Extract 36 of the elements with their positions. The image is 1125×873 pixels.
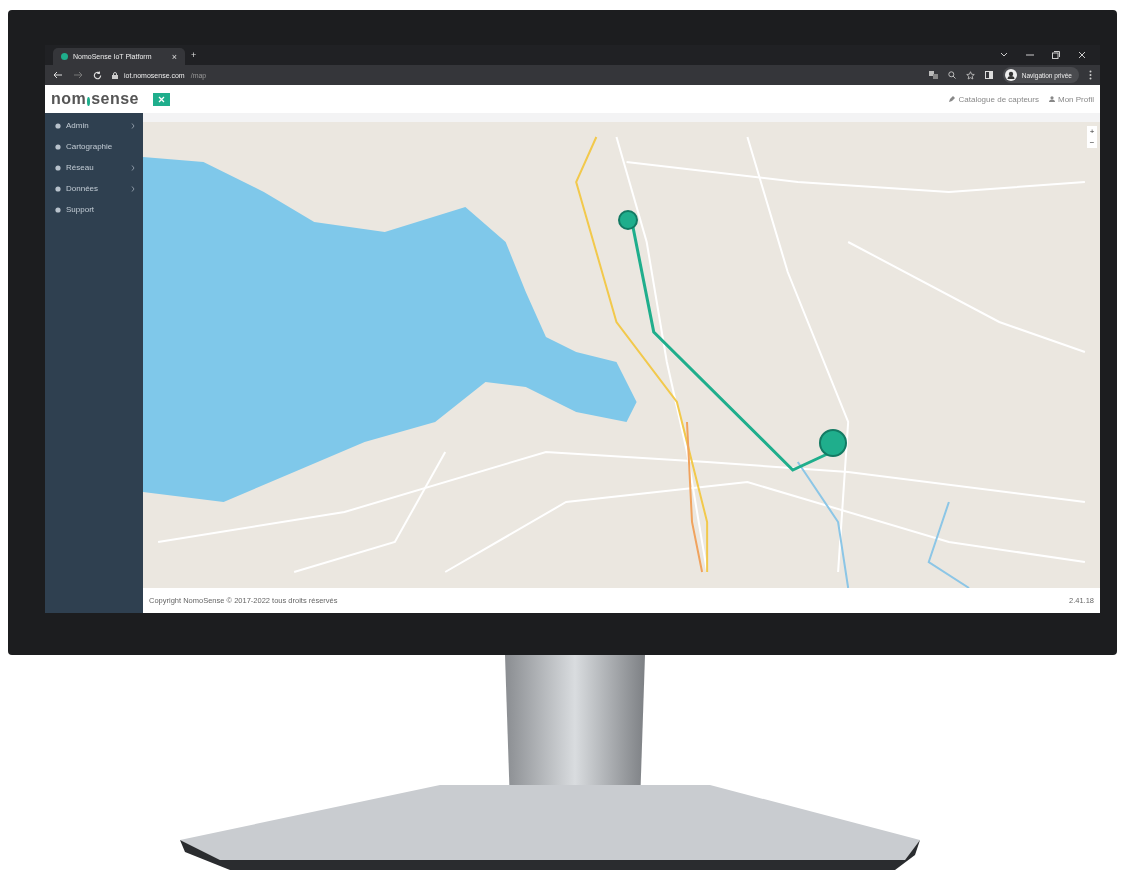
chevron-icon — [131, 122, 135, 129]
menu-item-icon — [55, 164, 61, 171]
header-link[interactable]: Catalogue de capteurs — [949, 94, 1039, 104]
back-arrow-icon[interactable] — [53, 71, 63, 79]
forward-arrow-icon[interactable] — [73, 71, 83, 79]
sidebar-item[interactable]: Cartographie — [45, 136, 143, 157]
restore-icon[interactable] — [1052, 51, 1060, 59]
sidebar-item[interactable]: Admin — [45, 115, 143, 136]
close-icon — [158, 95, 165, 103]
menu-item-icon — [55, 122, 61, 129]
sidebar-item[interactable]: Données — [45, 178, 143, 199]
menu-item-icon — [55, 143, 61, 150]
reload-icon[interactable] — [93, 70, 102, 80]
pencil-icon — [949, 96, 956, 102]
header-link[interactable]: Mon Profil — [1049, 94, 1094, 104]
menu-item-icon — [55, 206, 61, 213]
lock-icon — [112, 71, 118, 79]
search-icon[interactable] — [947, 71, 956, 79]
chevron-icon — [131, 185, 135, 192]
kebab-menu-icon[interactable] — [1089, 70, 1092, 80]
sidebar-item[interactable]: Réseau — [45, 157, 143, 178]
tab-close-button[interactable]: × — [171, 51, 177, 62]
sidebar-item[interactable]: Support — [45, 199, 143, 220]
user-icon — [1049, 96, 1055, 102]
translate-icon[interactable] — [928, 71, 938, 79]
nomosense-logo[interactable]: nom sense — [51, 90, 139, 108]
close-icon[interactable] — [1078, 51, 1086, 59]
chevron-down-icon[interactable] — [1000, 52, 1008, 58]
side-panel-icon[interactable] — [984, 71, 993, 79]
new-tab-button[interactable]: + — [191, 50, 197, 60]
menu-item-icon — [55, 185, 61, 192]
favicon-icon — [61, 53, 68, 60]
incognito-icon — [1004, 69, 1017, 81]
star-icon[interactable] — [965, 70, 975, 80]
chevron-icon — [131, 164, 135, 171]
sidebar-toggle-button[interactable] — [153, 92, 170, 106]
